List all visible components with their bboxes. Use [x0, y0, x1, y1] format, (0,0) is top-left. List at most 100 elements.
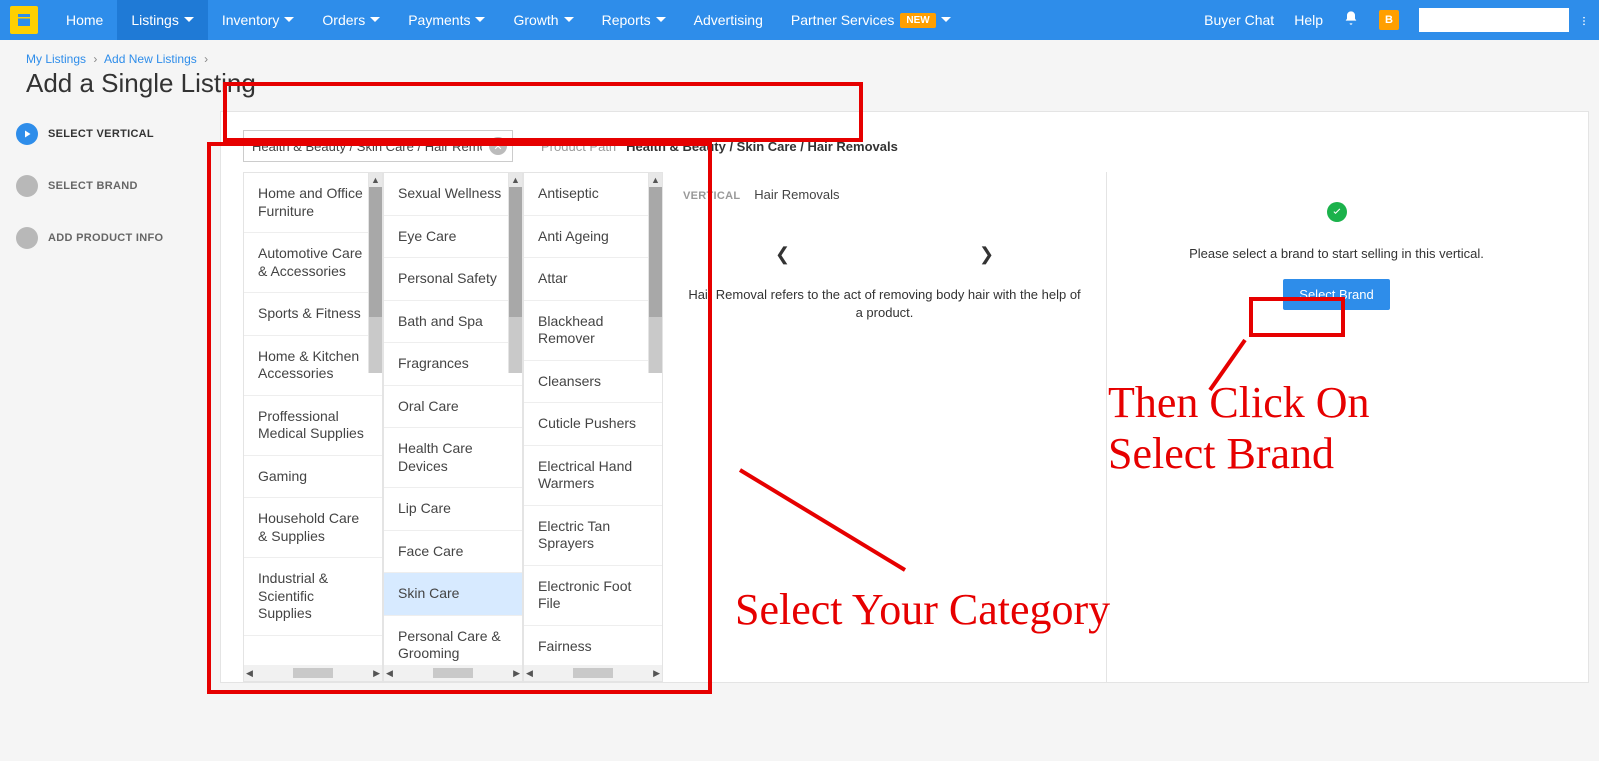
- category-item[interactable]: Cuticle Pushers: [524, 403, 662, 446]
- brand-panel: Please select a brand to start selling i…: [1106, 172, 1566, 682]
- nav-growth[interactable]: Growth: [499, 0, 587, 40]
- scroll-thumb[interactable]: [369, 187, 382, 317]
- step-label: ADD PRODUCT INFO: [48, 232, 163, 244]
- step-select-vertical[interactable]: SELECT VERTICAL: [16, 123, 220, 145]
- crumb-separator: ›: [204, 52, 208, 66]
- carousel-prev-icon[interactable]: ❮: [771, 242, 795, 266]
- step-label: SELECT BRAND: [48, 180, 138, 192]
- scroll-left-icon[interactable]: ◀: [246, 668, 253, 679]
- scroll-up-icon[interactable]: ▲: [369, 173, 382, 187]
- steps-sidebar: SELECT VERTICAL SELECT BRAND ADD PRODUCT…: [0, 105, 220, 683]
- category-item[interactable]: Anti Ageing: [524, 216, 662, 259]
- scroll-thumb[interactable]: [509, 187, 522, 317]
- category-item[interactable]: Bath and Spa: [384, 301, 522, 344]
- main-panel: ✕ Product Path Health & Beauty / Skin Ca…: [220, 111, 1589, 683]
- nav-reports[interactable]: Reports: [588, 0, 680, 40]
- nav-listings[interactable]: Listings: [117, 0, 207, 40]
- caret-down-icon: [941, 12, 951, 28]
- step-add-product-info[interactable]: ADD PRODUCT INFO: [16, 227, 220, 249]
- nav-help[interactable]: Help: [1284, 12, 1333, 28]
- nav-payments[interactable]: Payments: [394, 0, 499, 40]
- category-item[interactable]: Eye Care: [384, 216, 522, 259]
- step-bullet-icon: [16, 175, 38, 197]
- breadcrumb: My Listings › Add New Listings ›: [26, 52, 1573, 66]
- bell-icon[interactable]: [1333, 10, 1369, 31]
- page-header: My Listings › Add New Listings › Add a S…: [0, 40, 1599, 105]
- scrollbar-vertical[interactable]: ▲: [648, 173, 662, 373]
- scrollbar-horizontal[interactable]: ◀▶: [524, 665, 662, 681]
- category-item-selected[interactable]: Skin Care: [384, 573, 522, 616]
- category-item[interactable]: Antiseptic: [524, 173, 662, 216]
- crumb-separator: ›: [93, 52, 97, 66]
- scrollbar-horizontal[interactable]: ◀▶: [244, 665, 382, 681]
- category-item[interactable]: Blackhead Remover: [524, 301, 662, 361]
- category-item[interactable]: Home and Office Furniture: [244, 173, 382, 233]
- scroll-thumb[interactable]: [573, 668, 613, 678]
- category-item[interactable]: Personal Care & Grooming: [384, 616, 522, 666]
- category-item[interactable]: Proffessional Medical Supplies: [244, 396, 382, 456]
- caret-down-icon: [656, 12, 666, 28]
- category-item[interactable]: Sexual Wellness: [384, 173, 522, 216]
- category-item[interactable]: Personal Safety: [384, 258, 522, 301]
- category-item[interactable]: Electric Tan Sprayers: [524, 506, 662, 566]
- scroll-right-icon[interactable]: ▶: [513, 668, 520, 679]
- category-item[interactable]: Face Care: [384, 531, 522, 574]
- nav-inventory[interactable]: Inventory: [208, 0, 309, 40]
- new-badge: NEW: [900, 13, 935, 28]
- search-row: ✕ Product Path Health & Beauty / Skin Ca…: [221, 112, 1588, 172]
- category-item[interactable]: Home & Kitchen Accessories: [244, 336, 382, 396]
- category-item[interactable]: Automotive Care & Accessories: [244, 233, 382, 293]
- brand-message: Please select a brand to start selling i…: [1127, 246, 1546, 261]
- carousel-next-icon[interactable]: ❯: [975, 242, 999, 266]
- page-title: Add a Single Listing: [26, 68, 1573, 99]
- category-item[interactable]: Oral Care: [384, 386, 522, 429]
- category-item[interactable]: Health Care Devices: [384, 428, 522, 488]
- avatar-initial: B: [1379, 10, 1399, 30]
- flipkart-logo[interactable]: [10, 6, 38, 34]
- vertical-label: VERTICAL: [683, 190, 740, 202]
- scrollbar-vertical[interactable]: ▲: [508, 173, 522, 373]
- crumb-add-new-listings[interactable]: Add New Listings: [104, 52, 197, 66]
- avatar-badge[interactable]: B: [1369, 10, 1409, 30]
- scroll-left-icon[interactable]: ◀: [386, 668, 393, 679]
- category-item[interactable]: Household Care & Supplies: [244, 498, 382, 558]
- nav-label: Partner Services: [791, 12, 894, 28]
- scroll-up-icon[interactable]: ▲: [509, 173, 522, 187]
- top-search-input[interactable]: [1419, 8, 1569, 32]
- clear-icon[interactable]: ✕: [489, 137, 507, 155]
- category-item[interactable]: Electronic Foot File: [524, 566, 662, 626]
- category-item[interactable]: Lip Care: [384, 488, 522, 531]
- category-item[interactable]: Electrical Hand Warmers: [524, 446, 662, 506]
- nav-home[interactable]: Home: [52, 0, 117, 40]
- category-column-2: Sexual Wellness Eye Care Personal Safety…: [383, 172, 523, 682]
- category-item[interactable]: Attar: [524, 258, 662, 301]
- scroll-right-icon[interactable]: ▶: [653, 668, 660, 679]
- kebab-icon[interactable]: [1569, 10, 1589, 31]
- category-item[interactable]: Cleansers: [524, 361, 662, 404]
- category-item[interactable]: Fragrances: [384, 343, 522, 386]
- nav-label: Advertising: [694, 12, 763, 28]
- nav-orders[interactable]: Orders: [308, 0, 394, 40]
- select-brand-button[interactable]: Select Brand: [1283, 279, 1389, 310]
- scroll-thumb[interactable]: [649, 187, 662, 317]
- category-search-input[interactable]: [243, 130, 513, 162]
- nav-advertising[interactable]: Advertising: [680, 0, 777, 40]
- nav-buyer-chat[interactable]: Buyer Chat: [1194, 12, 1284, 28]
- crumb-my-listings[interactable]: My Listings: [26, 52, 86, 66]
- scroll-thumb[interactable]: [433, 668, 473, 678]
- step-select-brand[interactable]: SELECT BRAND: [16, 175, 220, 197]
- scroll-right-icon[interactable]: ▶: [373, 668, 380, 679]
- category-item[interactable]: Industrial & Scientific Supplies: [244, 558, 382, 636]
- nav-partner-services[interactable]: Partner Services NEW: [777, 0, 965, 40]
- scroll-thumb[interactable]: [293, 668, 333, 678]
- category-item[interactable]: Gaming: [244, 456, 382, 499]
- category-item[interactable]: Sports & Fitness: [244, 293, 382, 336]
- scrollbar-vertical[interactable]: ▲: [368, 173, 382, 373]
- scroll-up-icon[interactable]: ▲: [649, 173, 662, 187]
- vertical-detail: VERTICAL Hair Removals ❮ ❯ Hair Removal …: [663, 172, 1106, 682]
- nav-label: Home: [66, 12, 103, 28]
- category-item[interactable]: Fairness: [524, 626, 662, 666]
- scroll-left-icon[interactable]: ◀: [526, 668, 533, 679]
- scrollbar-horizontal[interactable]: ◀▶: [384, 665, 522, 681]
- nav-label: Payments: [408, 12, 470, 28]
